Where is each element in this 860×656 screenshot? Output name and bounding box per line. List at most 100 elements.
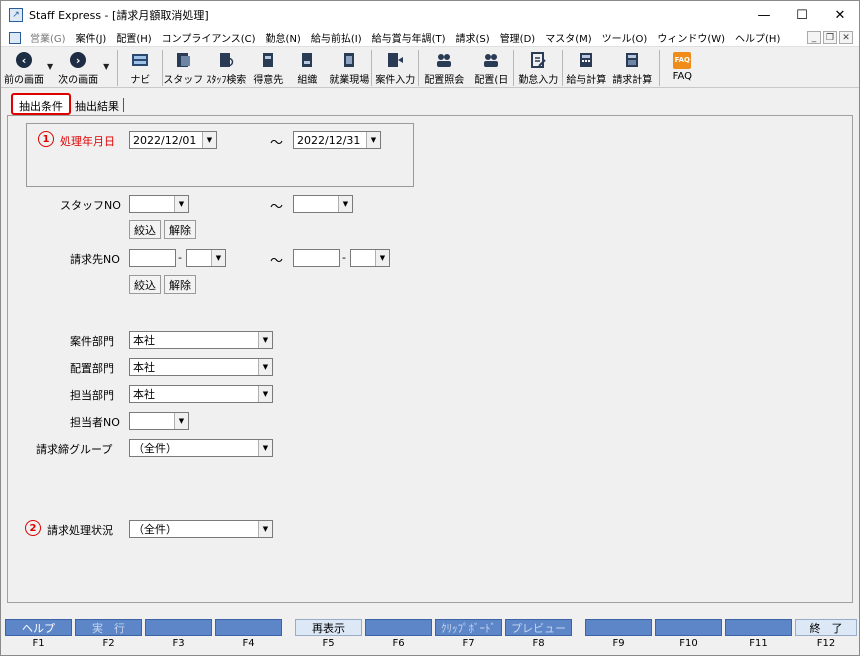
mdi-close-button[interactable]: ✕ [839,31,853,44]
staff-no-to-select[interactable]: ▼ [293,195,353,213]
dropdown-arrow-icon[interactable]: ▼ [338,196,352,212]
mdi-minimize-button[interactable]: _ [807,31,821,44]
people-icon [484,54,499,67]
staff-narrow-button[interactable]: 絞込 [129,220,161,239]
range-separator: ～ [270,136,284,151]
menu-sales[interactable]: 営業(G) [25,30,71,45]
dropdown-arrow-icon[interactable]: ▼ [258,386,272,402]
staff-no-label: スタッフNO [60,199,121,212]
close-button[interactable]: ✕ [821,1,859,29]
menu-billing[interactable]: 請求(S) [451,30,495,45]
toolbar-billing-button[interactable]: 請求計算 [609,48,655,88]
tab-strip: 抽出条件 抽出結果 [11,93,124,115]
toolbar-assign-inquiry-button[interactable]: 配置照会 [419,48,469,88]
billing-status-label: 請求処理状況 [47,524,113,537]
f9-button[interactable]: F9 [585,619,652,651]
owner-dept-select[interactable]: 本社 ▼ [129,385,273,403]
menu-help[interactable]: ヘルプ(H) [730,30,785,45]
menu-attendance[interactable]: 勤怠(N) [261,30,306,45]
client-no-to-branch-select[interactable]: ▼ [350,249,390,267]
f12-exit-button[interactable]: 終 了 F12 [795,619,857,651]
dropdown-arrow-icon[interactable]: ▼ [375,250,389,266]
assign-dept-select[interactable]: 本社 ▼ [129,358,273,376]
client-no-from-input[interactable] [129,249,176,267]
f4-button[interactable]: F4 [215,619,282,651]
date-label: 処理年月日 [60,135,115,148]
staff-no-from-select[interactable]: ▼ [129,195,189,213]
toolbar-client-button[interactable]: 得意先 [249,48,287,88]
f11-button[interactable]: F11 [725,619,792,651]
menu-compliance[interactable]: コンプライアンス(C) [157,30,261,45]
faq-icon: FAQ [673,51,692,69]
toolbar-staff-search-button[interactable]: ｽﾀｯﾌ検索 [203,48,249,88]
dropdown-arrow-icon[interactable]: ▼ [258,332,272,348]
dash-separator: - [342,251,346,264]
staff-search-icon [220,53,234,67]
f2-execute-button[interactable]: 実 行 F2 [75,619,142,651]
f6-button[interactable]: F6 [365,619,432,651]
toolbar-job-entry-button[interactable]: 案件入力 [372,48,418,88]
dropdown-arrow-icon[interactable]: ▼ [258,521,272,537]
date-to-picker[interactable]: 2022/12/31 ▼ [293,131,381,149]
client-no-label: 請求先NO [70,253,120,266]
document-icon[interactable] [9,31,21,44]
f10-button[interactable]: F10 [655,619,722,651]
menu-payroll[interactable]: 給与賞与年調(T) [367,30,451,45]
toolbar-payroll-button[interactable]: 給与計算 [563,48,609,88]
menu-tools[interactable]: ツール(O) [597,30,653,45]
toolbar-attendance-button[interactable]: 勤怠入力 [514,48,562,88]
owner-dept-label: 担当部門 [70,389,114,402]
f1-help-button[interactable]: ヘルプ F1 [5,619,72,651]
f5-refresh-button[interactable]: 再表示 F5 [295,619,362,651]
dropdown-arrow-icon[interactable]: ▼ [211,250,225,266]
mdi-restore-button[interactable]: ❐ [823,31,837,44]
bill-group-select[interactable]: （全件） ▼ [129,439,273,457]
dropdown-arrow-icon[interactable]: ▼ [174,196,188,212]
f8-preview-button[interactable]: プレビュー F8 [505,619,572,651]
dropdown-arrow-icon[interactable]: ▼ [202,132,216,148]
toolbar-next-button[interactable]: › 次の画面 [53,48,103,88]
f7-clipboard-button[interactable]: ｸﾘｯﾌﾟﾎﾞｰﾄﾞ F7 [435,619,502,651]
menu-job[interactable]: 案件(J) [71,30,112,45]
app-window: ↗ Staff Express - [請求月額取消処理] — ☐ ✕ 営業(G)… [0,0,860,656]
date-from-picker[interactable]: 2022/12/01 ▼ [129,131,217,149]
toolbar-faq-button[interactable]: FAQ FAQ [660,48,704,88]
client-no-from-branch-select[interactable]: ▼ [186,249,226,267]
tab-conditions[interactable]: 抽出条件 [11,93,71,115]
owner-no-select[interactable]: ▼ [129,412,189,430]
toolbar-org-button[interactable]: 組織 [287,48,327,88]
toolbar-staff-button[interactable]: スタッフ [163,48,203,88]
menu-bar: 営業(G) 案件(J) 配置(H) コンプライアンス(C) 勤怠(N) 給与前払… [1,29,859,47]
f3-button[interactable]: F3 [145,619,212,651]
toolbar-navi-button[interactable]: ナビ [118,48,162,88]
menu-advance-pay[interactable]: 給与前払(I) [306,30,367,45]
dropdown-arrow-icon[interactable]: ▼ [174,413,188,429]
worksite-icon [344,53,355,67]
client-narrow-button[interactable]: 絞込 [129,275,161,294]
menu-window[interactable]: ウィンドウ(W) [652,30,730,45]
toolbar: ‹ 前の画面 ▼ › 次の画面 ▼ ナビ スタッフ ｽﾀｯﾌ検索 得意先 組織 [1,48,859,88]
dropdown-arrow-icon[interactable]: ▼ [258,359,272,375]
menu-assign[interactable]: 配置(H) [111,30,156,45]
toolbar-assign-day-button[interactable]: 配置(日 [469,48,513,88]
toolbar-worksite-button[interactable]: 就業現場 [327,48,371,88]
back-arrow-icon: ‹ [16,52,32,68]
billing-status-select[interactable]: （全件） ▼ [129,520,273,538]
job-dept-select[interactable]: 本社 ▼ [129,331,273,349]
next-dropdown-icon[interactable]: ▼ [103,62,109,71]
dropdown-arrow-icon[interactable]: ▼ [366,132,380,148]
dropdown-arrow-icon[interactable]: ▼ [258,440,272,456]
job-dept-label: 案件部門 [70,335,114,348]
client-no-to-input[interactable] [293,249,340,267]
window-title: Staff Express - [請求月額取消処理] [29,9,209,22]
tab-results[interactable]: 抽出結果 [71,95,123,115]
maximize-button[interactable]: ☐ [783,1,821,29]
client-clear-button[interactable]: 解除 [164,275,196,294]
menu-admin[interactable]: 管理(D) [495,30,541,45]
staff-clear-button[interactable]: 解除 [164,220,196,239]
toolbar-prev-button[interactable]: ‹ 前の画面 [1,48,47,88]
menu-master[interactable]: マスタ(M) [540,30,596,45]
range-separator: ～ [270,254,284,269]
org-icon [302,53,313,67]
minimize-button[interactable]: — [745,1,783,29]
